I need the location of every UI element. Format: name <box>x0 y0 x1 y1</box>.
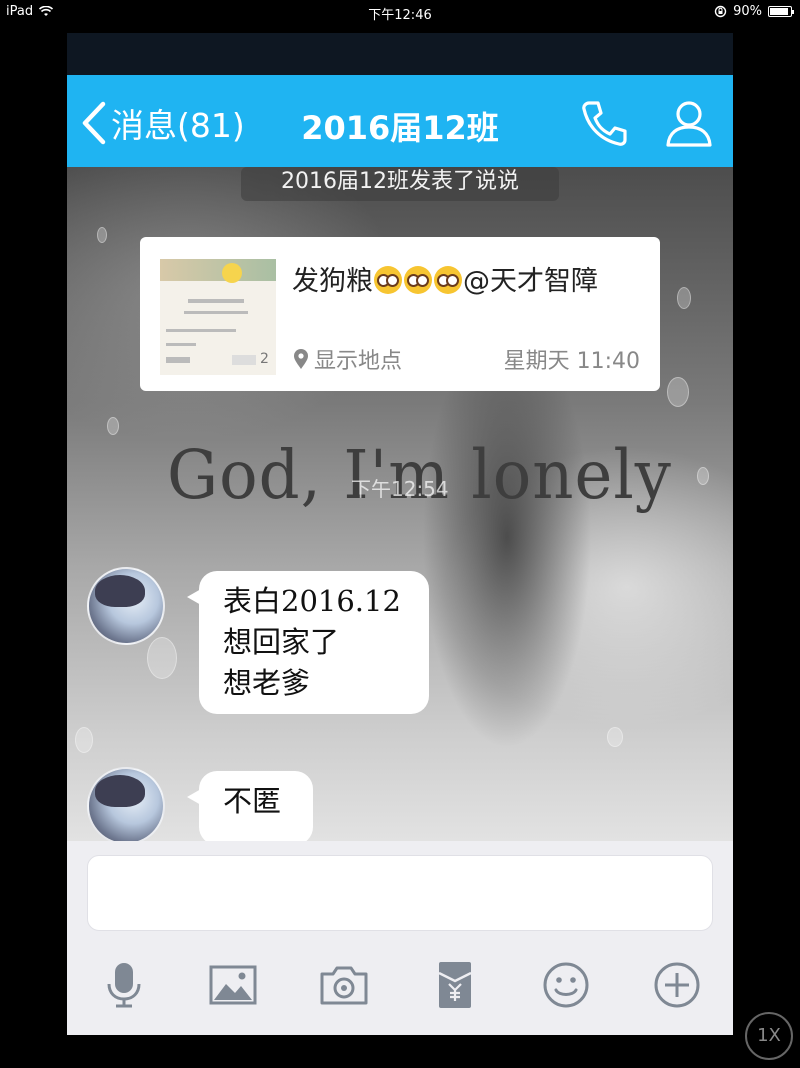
thumb-line <box>232 355 256 365</box>
chat-area[interactable]: 2016届12班发表了说说 2 发狗粮 @天才智障 显示地点 星期天 11:40… <box>67 167 733 841</box>
post-text-main: 发狗粮 <box>292 266 373 297</box>
location-label: 显示地点 <box>314 349 403 374</box>
microphone-icon[interactable] <box>98 959 150 1011</box>
phone-screen: 消息(81) 2016届12班 2016届12班发表了说说 2 发狗粮 @天才智… <box>67 33 733 1035</box>
message-line: 不匿 <box>223 784 282 818</box>
sender-avatar[interactable] <box>87 567 165 645</box>
camera-icon[interactable] <box>318 959 370 1011</box>
input-toolbar <box>67 949 733 1019</box>
system-notice: 2016届12班发表了说说 <box>241 167 559 201</box>
avatar-hair <box>95 775 145 807</box>
nav-bar: 消息(81) 2016届12班 <box>67 75 733 167</box>
post-thumbnail: 2 <box>160 259 276 375</box>
rain-drop <box>607 727 623 747</box>
rain-drop <box>667 377 689 407</box>
zoom-button[interactable]: 1X <box>745 1012 793 1060</box>
thumb-sticker <box>222 263 242 283</box>
input-area <box>67 841 733 1035</box>
plus-icon[interactable] <box>651 959 703 1011</box>
message-line: 想老爹 <box>223 666 311 700</box>
rain-drop <box>147 637 177 679</box>
profile-icon[interactable] <box>663 97 715 149</box>
rain-drop <box>107 417 119 435</box>
post-mention: @天才智障 <box>463 266 598 297</box>
battery-percent: 90% <box>733 4 762 19</box>
status-time: 下午12:46 <box>368 8 432 23</box>
post-text: 发狗粮 @天才智障 <box>292 259 598 298</box>
pleading-face-emoji-icon <box>434 266 462 294</box>
phone-icon[interactable] <box>579 97 631 149</box>
avatar-hair <box>95 575 145 607</box>
pleading-face-emoji-icon <box>404 266 432 294</box>
thumb-line <box>166 343 196 346</box>
post-location: 显示地点 <box>292 343 402 375</box>
red-packet-icon[interactable] <box>429 959 481 1011</box>
rain-drop <box>75 727 93 753</box>
rain-drop <box>97 227 107 243</box>
rain-drop <box>677 287 691 309</box>
message-bubble[interactable]: 不匿 <box>187 771 313 841</box>
sender-avatar[interactable] <box>87 767 165 841</box>
message-line: 表白2016.12 <box>223 584 401 618</box>
message-bubble[interactable]: 表白2016.12 想回家了 想老爹 <box>187 571 429 714</box>
post-time: 星期天 11:40 <box>503 349 640 374</box>
thumb-line <box>184 311 248 314</box>
battery-icon <box>768 6 794 17</box>
status-bar: iPad 下午12:46 90% <box>0 0 800 24</box>
thumb-line <box>166 329 236 332</box>
thumb-count: 2 <box>260 351 269 367</box>
message-input[interactable] <box>87 855 713 931</box>
battery-fill <box>770 8 788 15</box>
location-pin-icon <box>294 349 308 369</box>
thumb-line <box>166 357 190 363</box>
page-title: 2016届12班 <box>301 109 499 147</box>
message-timestamp: 下午12:54 <box>351 477 449 501</box>
thumb-banner <box>160 259 276 281</box>
rotation-lock-icon <box>714 5 727 18</box>
emoji-icon[interactable] <box>540 959 592 1011</box>
rain-drop <box>697 467 709 485</box>
thumb-line <box>188 299 244 303</box>
message-line: 想回家了 <box>223 625 340 659</box>
pleading-face-emoji-icon <box>374 266 402 294</box>
image-icon[interactable] <box>207 959 259 1011</box>
top-strip <box>67 33 733 75</box>
status-right: 90% <box>714 4 794 19</box>
post-card[interactable]: 2 发狗粮 @天才智障 显示地点 星期天 11:40 <box>140 237 660 391</box>
